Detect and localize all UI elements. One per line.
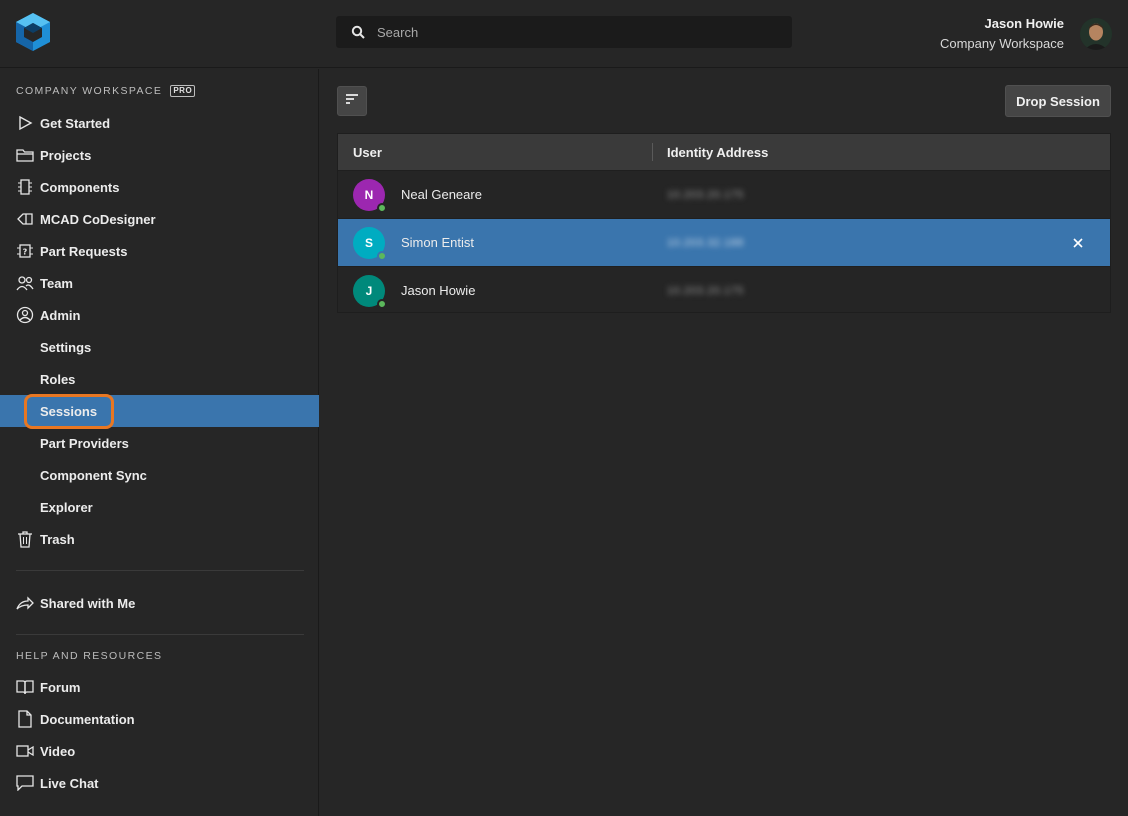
- svg-text:?: ?: [23, 248, 28, 257]
- avatar: N: [353, 179, 387, 213]
- table-row[interactable]: N Neal Geneare 10.203.20.175: [338, 170, 1110, 218]
- document-icon: [16, 710, 34, 728]
- user-name: Jason Howie: [984, 16, 1064, 31]
- pro-badge: PRO: [170, 85, 196, 97]
- sidebar-item-part-providers[interactable]: Part Providers: [0, 427, 319, 459]
- sidebar-item-label: Explorer: [40, 499, 93, 515]
- sidebar-item-roles[interactable]: Roles: [0, 363, 319, 395]
- column-header-user[interactable]: User: [353, 145, 382, 160]
- sidebar-item-admin[interactable]: Admin: [0, 299, 319, 331]
- sidebar-item-get-started[interactable]: Get Started: [0, 107, 319, 139]
- sessions-table: User Identity Address N Neal Geneare 10.…: [337, 133, 1111, 313]
- app-logo-icon[interactable]: [14, 12, 52, 52]
- table-row[interactable]: S Simon Entist 10.203.32.188: [338, 218, 1110, 266]
- video-icon: [16, 742, 34, 760]
- avatar: S: [353, 227, 387, 261]
- identity-address-cell: 10.203.20.175: [667, 188, 744, 201]
- sidebar-item-label: Settings: [40, 339, 92, 355]
- sidebar-divider: [16, 634, 304, 635]
- sidebar-item-label: Projects: [40, 147, 92, 163]
- sidebar-item-forum[interactable]: Forum: [0, 671, 319, 703]
- sidebar-item-label: Part Requests: [40, 243, 128, 259]
- sidebar-item-label: Admin: [40, 307, 81, 323]
- sidebar-item-label: Forum: [40, 679, 81, 695]
- identity-address-cell: 10.203.32.188: [667, 236, 744, 249]
- sidebar-item-label: Video: [40, 743, 76, 759]
- sidebar-item-explorer[interactable]: Explorer: [0, 491, 319, 523]
- column-separator[interactable]: [652, 143, 653, 161]
- chip-icon: [16, 178, 34, 196]
- top-header: Jason Howie Company Workspace: [0, 0, 1128, 68]
- sidebar-item-part-requests[interactable]: ? Part Requests: [0, 235, 319, 267]
- sidebar-item-video[interactable]: Video: [0, 735, 319, 767]
- search-input[interactable]: [377, 24, 791, 40]
- user-name-cell: Jason Howie: [401, 283, 476, 298]
- table-row[interactable]: J Jason Howie 10.203.20.175: [338, 266, 1110, 314]
- share-icon: [16, 594, 34, 612]
- mcad-icon: [16, 210, 34, 228]
- sidebar-item-label: Shared with Me: [40, 595, 136, 611]
- sidebar-item-mcad-codesigner[interactable]: MCAD CoDesigner: [0, 203, 319, 235]
- user-circle-icon: [16, 306, 34, 324]
- close-icon[interactable]: [1070, 235, 1086, 251]
- play-icon: [16, 114, 34, 132]
- sidebar-item-trash[interactable]: Trash: [0, 523, 319, 555]
- user-info[interactable]: Jason Howie Company Workspace: [940, 16, 1064, 53]
- sidebar: COMPANY WORKSPACE PRO Get Started Projec…: [0, 69, 319, 816]
- sidebar-divider: [16, 570, 304, 571]
- online-status-dot: [377, 299, 387, 309]
- sort-icon: [345, 92, 359, 110]
- sidebar-item-label: Get Started: [40, 115, 111, 131]
- trash-icon: [16, 530, 34, 548]
- search-icon: [351, 25, 365, 39]
- sidebar-item-settings[interactable]: Settings: [0, 331, 319, 363]
- sidebar-item-projects[interactable]: Projects: [0, 139, 319, 171]
- workspace-name: Company Workspace: [939, 36, 1064, 51]
- column-header-identity-address[interactable]: Identity Address: [667, 145, 768, 160]
- sidebar-item-components[interactable]: Components: [0, 171, 319, 203]
- highlight-ring: [24, 394, 114, 429]
- user-name-cell: Neal Geneare: [401, 187, 482, 202]
- avatar: J: [353, 275, 387, 309]
- user-name-cell: Simon Entist: [401, 235, 474, 250]
- sidebar-item-label: Documentation: [40, 711, 135, 727]
- drop-session-button[interactable]: Drop Session: [1005, 85, 1111, 117]
- sidebar-item-label: Component Sync: [40, 467, 147, 483]
- online-status-dot: [377, 203, 387, 213]
- identity-address-cell: 10.203.20.175: [667, 284, 744, 297]
- sidebar-item-label: Roles: [40, 371, 76, 387]
- sort-button[interactable]: [337, 86, 367, 116]
- sidebar-item-documentation[interactable]: Documentation: [0, 703, 319, 735]
- table-header: User Identity Address: [338, 134, 1110, 170]
- book-icon: [16, 678, 34, 696]
- online-status-dot: [377, 251, 387, 261]
- sidebar-item-team[interactable]: Team: [0, 267, 319, 299]
- sidebar-item-label: MCAD CoDesigner: [40, 211, 156, 227]
- sidebar-item-label: Live Chat: [40, 775, 99, 791]
- folder-icon: [16, 146, 34, 164]
- workspace-section-label: COMPANY WORKSPACE PRO: [16, 85, 196, 97]
- team-icon: [16, 274, 34, 292]
- search-bar[interactable]: [336, 16, 792, 48]
- help-section-label: HELP AND RESOURCES: [16, 650, 163, 662]
- chat-icon: [16, 774, 34, 792]
- sidebar-item-component-sync[interactable]: Component Sync: [0, 459, 319, 491]
- avatar[interactable]: [1080, 18, 1112, 50]
- sidebar-item-shared-with-me[interactable]: Shared with Me: [0, 587, 319, 619]
- sidebar-item-label: Components: [40, 179, 120, 195]
- sidebar-item-live-chat[interactable]: Live Chat: [0, 767, 319, 799]
- sidebar-item-label: Team: [40, 275, 73, 291]
- sidebar-item-label: Part Providers: [40, 435, 129, 451]
- sidebar-item-label: Trash: [40, 531, 75, 547]
- part-request-icon: ?: [16, 242, 34, 260]
